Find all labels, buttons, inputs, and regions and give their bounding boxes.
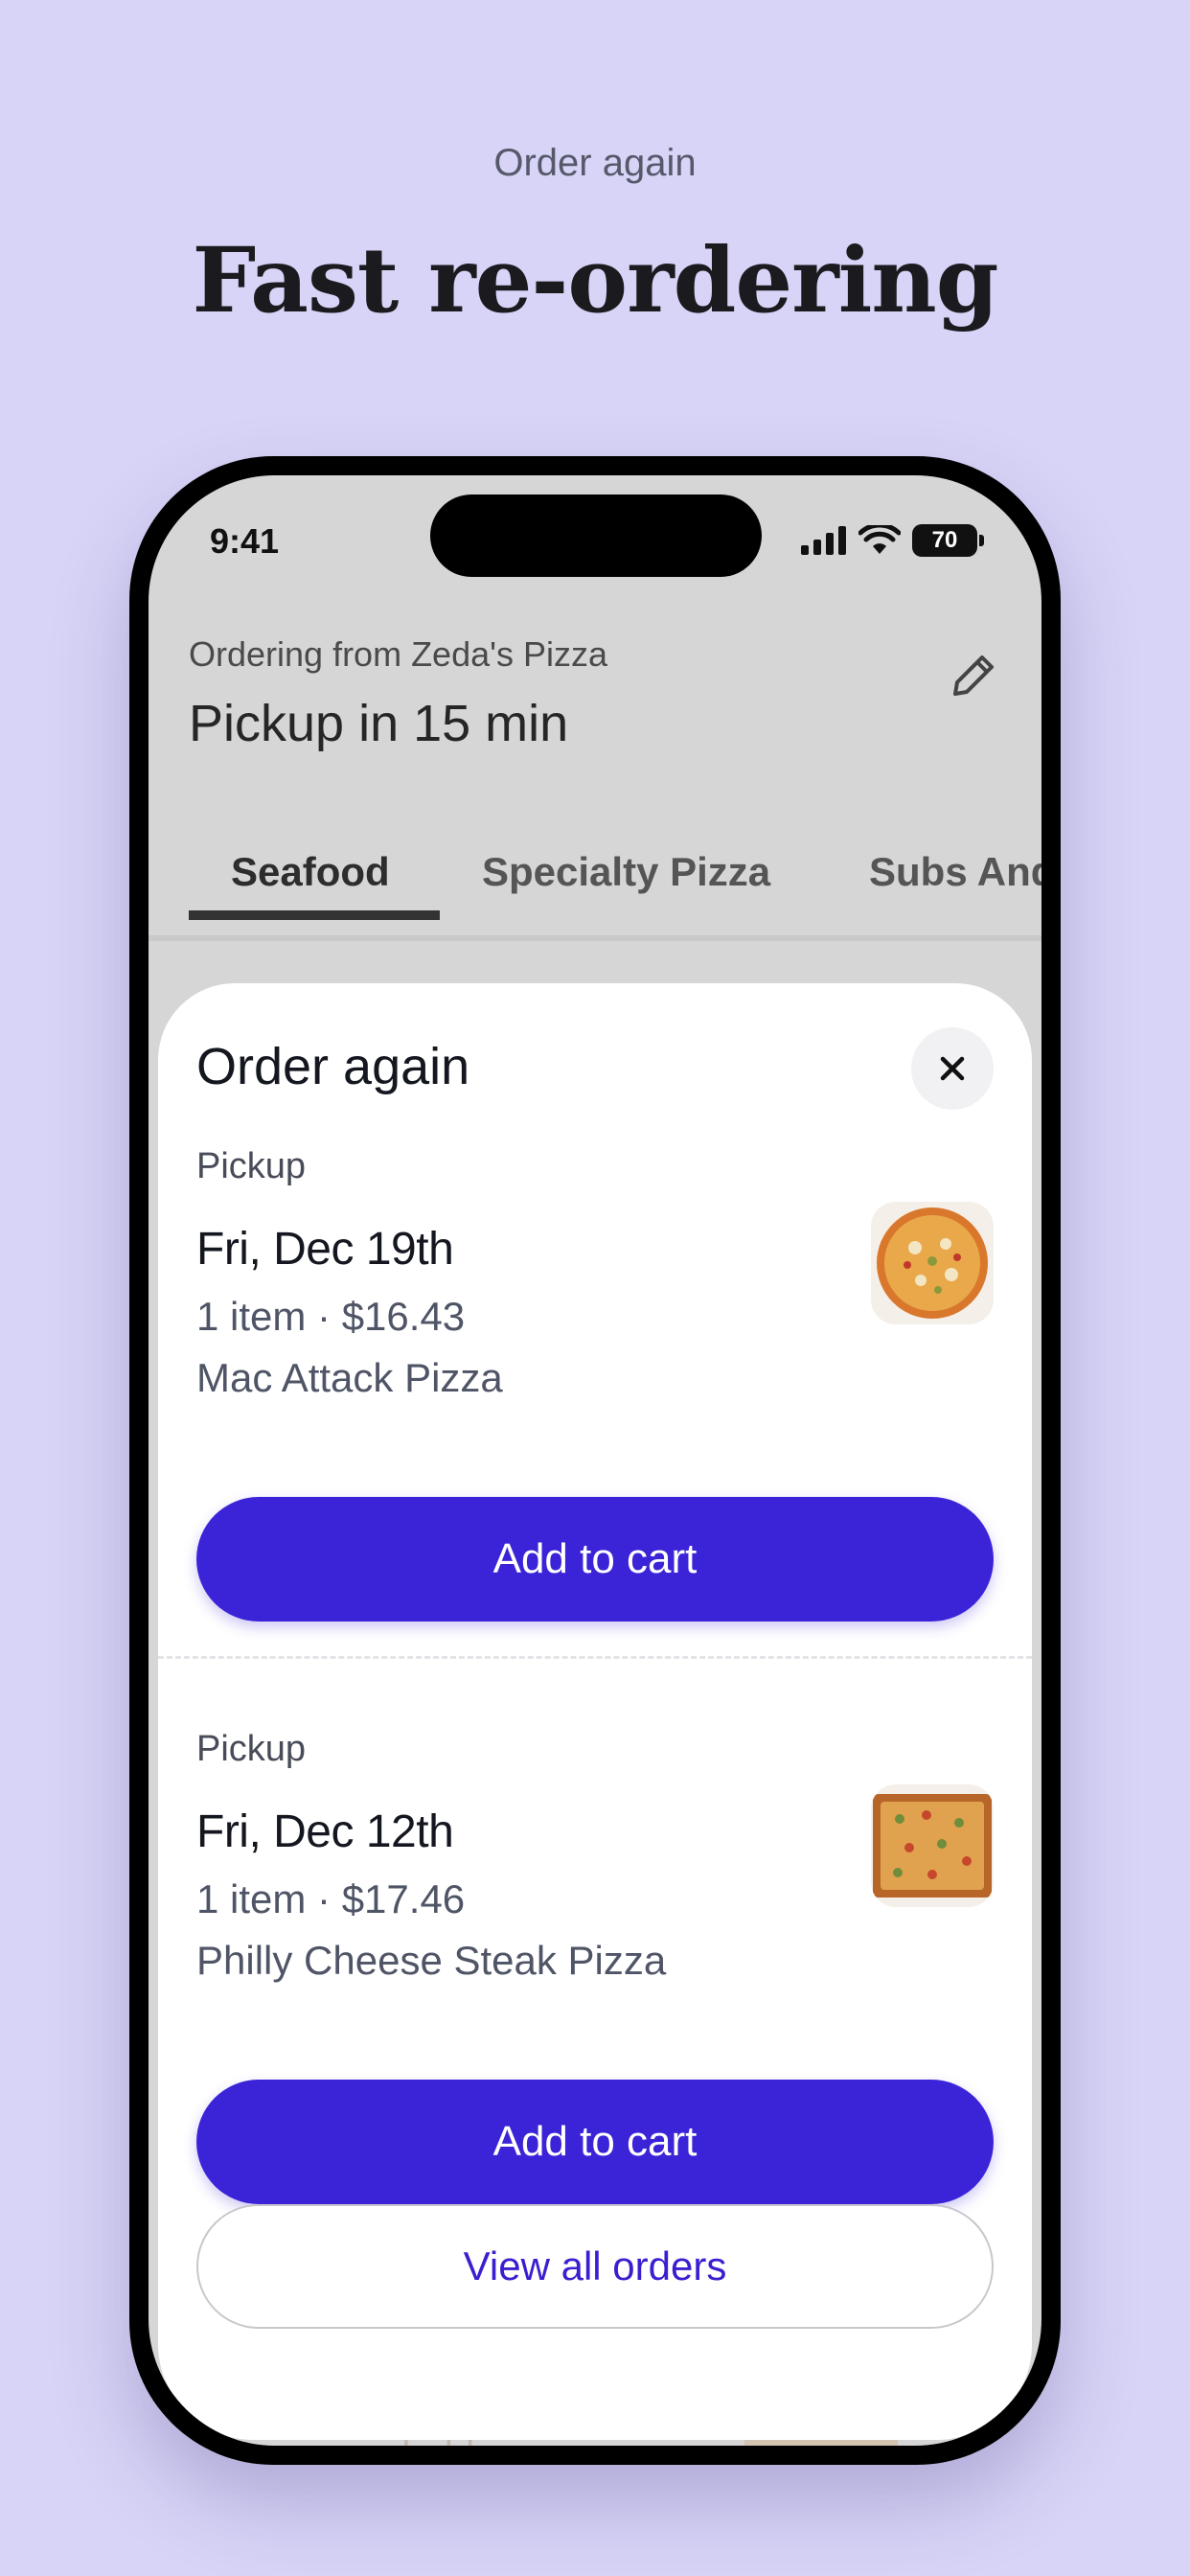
order-type: Pickup: [196, 1729, 307, 1769]
order-meta: 1 item · $16.43: [196, 1294, 466, 1339]
close-button[interactable]: [911, 1027, 994, 1110]
order-type: Pickup: [196, 1146, 307, 1186]
order-divider: [158, 1656, 1032, 1659]
tab-seafood[interactable]: Seafood: [231, 849, 390, 895]
add-to-cart-button[interactable]: Add to cart: [196, 2080, 994, 2204]
order-meta: 1 item · $17.46: [196, 1876, 466, 1921]
phone-frame: 9:41 70 Ordering from Zeda's Pizza Picku…: [129, 456, 1061, 2465]
close-icon: [940, 1056, 965, 1081]
battery-icon: 70: [912, 524, 977, 557]
status-icons: 70: [801, 523, 984, 558]
signal-icon: [801, 526, 846, 555]
active-tab-indicator: [189, 910, 440, 920]
tabs-divider: [149, 935, 1041, 941]
order-card: Pickup Fri, Dec 19th 1 item · $16.43 Mac…: [158, 1146, 1032, 1625]
phone-screen: 9:41 70 Ordering from Zeda's Pizza Picku…: [149, 475, 1041, 2446]
sheet-title: Order again: [196, 1038, 470, 1095]
add-to-cart-button[interactable]: Add to cart: [196, 1497, 994, 1622]
pickup-time: Pickup in 15 min: [189, 695, 569, 752]
order-item-name: Philly Cheese Steak Pizza: [196, 1938, 667, 1983]
order-again-sheet: Order again Pickup Fri, Dec 19th 1 item …: [158, 983, 1032, 2440]
pizza-thumbnail: [871, 1784, 994, 1907]
dynamic-island: [430, 494, 762, 577]
order-card: Pickup Fri, Dec 12th 1 item · $17.46 Phi…: [158, 1729, 1032, 2208]
edit-order-button[interactable]: [942, 646, 1003, 707]
order-item-name: Mac Attack Pizza: [196, 1355, 503, 1400]
pencil-icon: [953, 656, 994, 696]
order-date: Fri, Dec 19th: [196, 1224, 454, 1275]
ordering-from-label: Ordering from Zeda's Pizza: [189, 634, 608, 674]
intro-headline: Fast re-ordering: [192, 228, 999, 334]
wifi-icon: [858, 525, 901, 554]
category-tabs: Seafood Specialty Pizza Subs And: [149, 820, 1041, 920]
tab-subs-and[interactable]: Subs And: [869, 849, 1041, 895]
order-date: Fri, Dec 12th: [196, 1806, 454, 1857]
battery-tip: [979, 535, 984, 546]
view-all-orders-button[interactable]: View all orders: [196, 2204, 994, 2329]
pizza-thumbnail: [871, 1202, 994, 1324]
tab-specialty-pizza[interactable]: Specialty Pizza: [482, 849, 770, 895]
status-time: 9:41: [210, 521, 280, 561]
intro-eyebrow: Order again: [493, 142, 697, 184]
